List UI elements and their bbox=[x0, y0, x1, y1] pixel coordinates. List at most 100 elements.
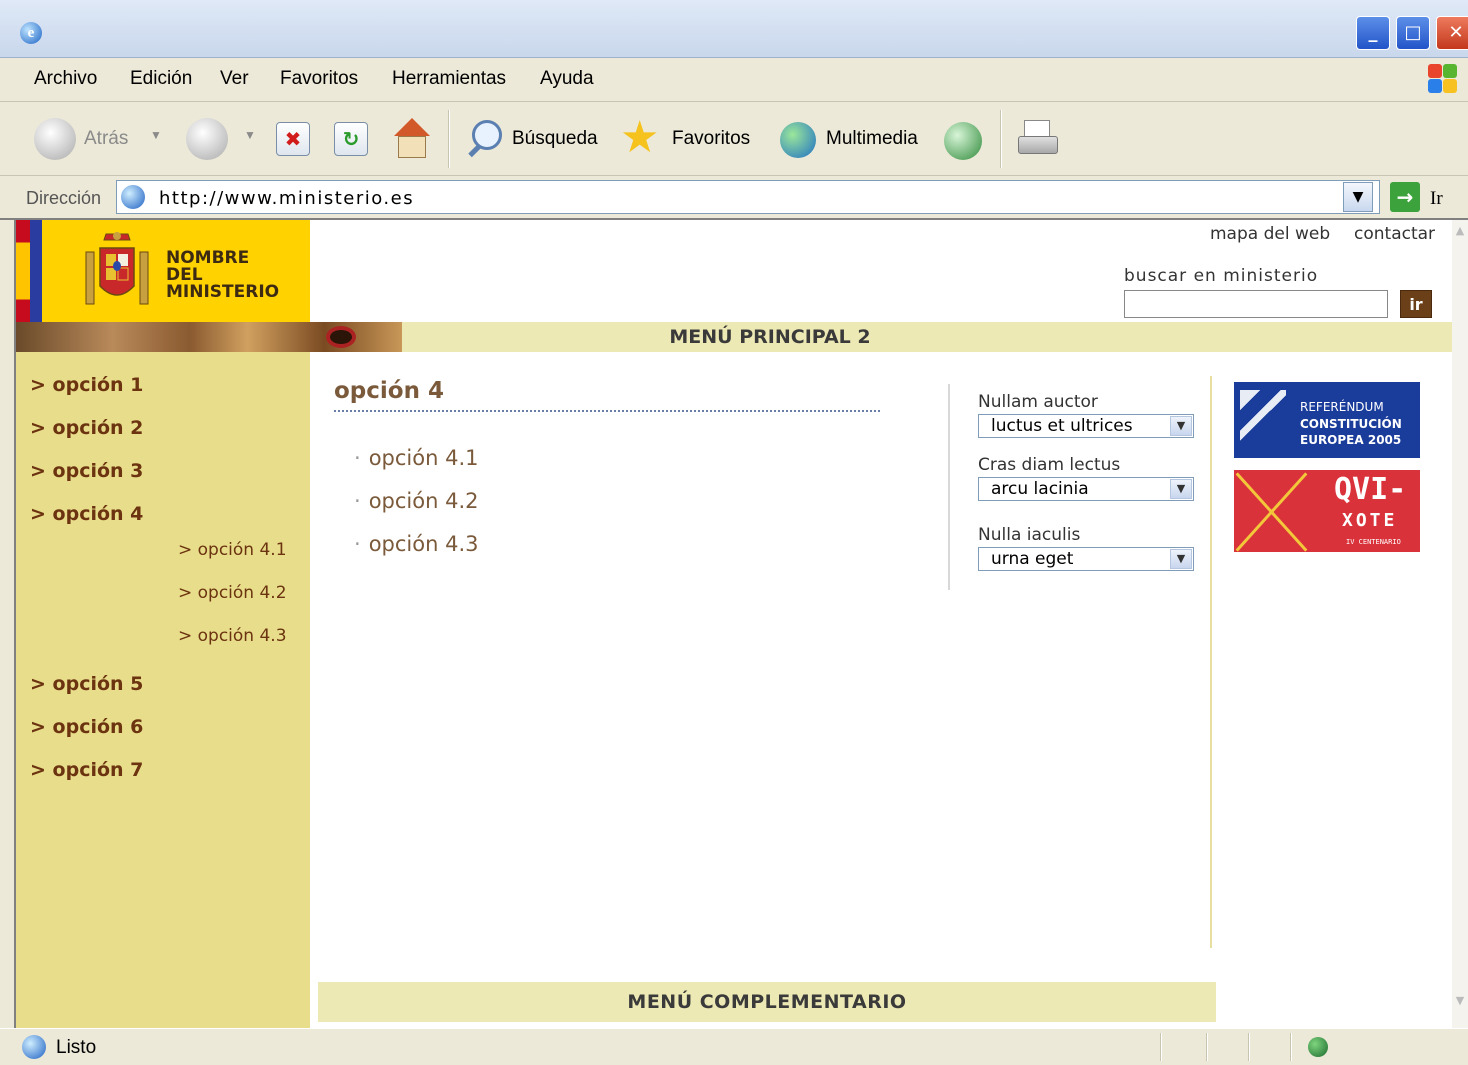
content-link-opcion-4-1[interactable]: · opción 4.1 bbox=[354, 446, 478, 470]
menu-herramientas[interactable]: Herramientas bbox=[392, 68, 506, 90]
main-menu-bar[interactable]: MENÚ PRINCIPAL 2 bbox=[402, 322, 1452, 352]
minimize-button[interactable]: _ bbox=[1356, 16, 1390, 50]
menu-ayuda[interactable]: Ayuda bbox=[540, 68, 594, 90]
bullet-icon: · bbox=[354, 489, 361, 513]
content-link-label[interactable]: opción 4.3 bbox=[369, 532, 479, 556]
nav-subitem-opcion-4-3[interactable]: > opción 4.3 bbox=[178, 626, 287, 646]
status-bar: Listo bbox=[0, 1028, 1468, 1065]
ministry-logo[interactable]: NOMBRE DEL MINISTERIO bbox=[16, 220, 310, 322]
status-pane-divider bbox=[1160, 1033, 1162, 1061]
back-button-label[interactable]: Atrás bbox=[84, 128, 128, 150]
select-label-nullam-auctor: Nullam auctor bbox=[978, 392, 1098, 412]
select-nulla-iaculis[interactable]: urna eget ▼ bbox=[978, 547, 1194, 571]
menu-edicion[interactable]: Edición bbox=[130, 68, 192, 90]
site-map-link[interactable]: mapa del web bbox=[1210, 224, 1330, 244]
vertical-scrollbar[interactable]: ▲ ▼ bbox=[1452, 220, 1468, 1028]
ie-icon: e bbox=[20, 22, 42, 44]
go-button-label[interactable]: Ir bbox=[1430, 188, 1443, 210]
home-icon[interactable] bbox=[390, 118, 434, 162]
page-icon bbox=[121, 185, 145, 209]
content-link-opcion-4-2[interactable]: · opción 4.2 bbox=[354, 489, 478, 513]
banner-text: QVI- bbox=[1334, 472, 1407, 507]
menu-favoritos[interactable]: Favoritos bbox=[280, 68, 358, 90]
status-pane-divider bbox=[1248, 1033, 1250, 1061]
select-value: urna eget bbox=[991, 549, 1074, 569]
select-cras-diam-lectus[interactable]: arcu lacinia ▼ bbox=[978, 477, 1194, 501]
ministry-name: NOMBRE DEL MINISTERIO bbox=[166, 250, 279, 301]
favorites-button-label[interactable]: Favoritos bbox=[672, 128, 750, 150]
toolbar-separator bbox=[1000, 110, 1002, 168]
coat-of-arms-icon bbox=[85, 232, 149, 305]
close-button[interactable]: ✕ bbox=[1436, 16, 1468, 50]
address-input[interactable]: http://www.ministerio.es ▼ bbox=[116, 180, 1380, 214]
favorites-star-icon[interactable]: ★ bbox=[620, 112, 659, 163]
quijote-banner[interactable]: QVI- XOTE IV CENTENARIO bbox=[1234, 470, 1420, 552]
toolbar-separator bbox=[448, 110, 450, 168]
search-button[interactable]: ir bbox=[1400, 290, 1432, 318]
title-divider bbox=[334, 410, 880, 412]
menu-bar: Archivo Edición Ver Favoritos Herramient… bbox=[0, 58, 1468, 102]
status-text: Listo bbox=[56, 1037, 97, 1058]
nav-item-opcion-6[interactable]: > opción 6 bbox=[30, 716, 143, 738]
back-arrow-icon[interactable] bbox=[34, 118, 76, 160]
bullet-icon: · bbox=[354, 446, 361, 470]
print-icon[interactable] bbox=[1016, 120, 1062, 162]
banner-text: EUROPEA 2005 bbox=[1300, 433, 1402, 447]
header-banner-image bbox=[16, 322, 402, 352]
nav-subitem-opcion-4-2[interactable]: > opción 4.2 bbox=[178, 583, 287, 603]
select-value: luctus et ultrices bbox=[991, 416, 1133, 436]
menu-archivo[interactable]: Archivo bbox=[34, 68, 97, 90]
chevron-down-icon[interactable]: ▼ bbox=[1170, 549, 1192, 569]
back-dropdown-icon[interactable]: ▼ bbox=[150, 128, 162, 142]
content-link-opcion-4-3[interactable]: · opción 4.3 bbox=[354, 532, 478, 556]
chevron-down-icon[interactable]: ▼ bbox=[1170, 416, 1192, 436]
media-button-label[interactable]: Multimedia bbox=[826, 128, 918, 150]
complementary-menu-label[interactable]: MENÚ COMPLEMENTARIO bbox=[318, 991, 1216, 1013]
banner-eye-decoration bbox=[326, 326, 356, 348]
search-icon[interactable] bbox=[462, 118, 506, 162]
select-value: arcu lacinia bbox=[991, 479, 1089, 499]
search-button-label[interactable]: Búsqueda bbox=[512, 128, 598, 150]
nav-item-opcion-2[interactable]: > opción 2 bbox=[30, 417, 143, 439]
address-url[interactable]: http://www.ministerio.es bbox=[159, 188, 414, 209]
page-status-icon bbox=[22, 1035, 46, 1059]
media-icon[interactable] bbox=[780, 122, 816, 158]
nav-item-opcion-7[interactable]: > opción 7 bbox=[30, 759, 143, 781]
status-pane-divider bbox=[1290, 1033, 1292, 1061]
nav-subitem-opcion-4-1[interactable]: > opción 4.1 bbox=[178, 540, 287, 560]
contact-link[interactable]: contactar bbox=[1354, 224, 1435, 244]
window-left-border bbox=[0, 220, 16, 1028]
eu-flag-strip bbox=[30, 220, 42, 322]
content-link-label[interactable]: opción 4.1 bbox=[369, 446, 479, 470]
window-titlebar: e _ □ ✕ bbox=[0, 0, 1468, 58]
select-label-cras-diam-lectus: Cras diam lectus bbox=[978, 455, 1121, 475]
address-dropdown-icon[interactable]: ▼ bbox=[1343, 182, 1373, 212]
maximize-button[interactable]: □ bbox=[1396, 16, 1430, 50]
menu-ver[interactable]: Ver bbox=[220, 68, 249, 90]
page-viewport: NOMBRE DEL MINISTERIO mapa del web conta… bbox=[16, 220, 1452, 1028]
go-arrow-icon[interactable]: → bbox=[1390, 182, 1420, 212]
refresh-icon[interactable]: ↻ bbox=[334, 122, 368, 156]
nav-item-opcion-3[interactable]: > opción 3 bbox=[30, 460, 143, 482]
nav-item-opcion-1[interactable]: > opción 1 bbox=[30, 374, 143, 396]
main-menu-label[interactable]: MENÚ PRINCIPAL 2 bbox=[402, 326, 1138, 348]
forward-arrow-icon[interactable] bbox=[186, 118, 228, 160]
content-link-label[interactable]: opción 4.2 bbox=[369, 489, 479, 513]
select-nullam-auctor[interactable]: luctus et ultrices ▼ bbox=[978, 414, 1194, 438]
column-divider bbox=[948, 384, 950, 590]
banner-text: CONSTITUCIÓN bbox=[1300, 417, 1402, 431]
complementary-menu-bar[interactable]: MENÚ COMPLEMENTARIO bbox=[318, 982, 1216, 1022]
select-label-nulla-iaculis: Nulla iaculis bbox=[978, 525, 1081, 545]
forward-dropdown-icon[interactable]: ▼ bbox=[244, 128, 256, 142]
referendum-banner[interactable]: REFERÉNDUM CONSTITUCIÓN EUROPEA 2005 bbox=[1234, 382, 1420, 458]
stop-icon[interactable]: ✖ bbox=[276, 122, 310, 156]
search-input[interactable] bbox=[1124, 290, 1388, 318]
page-title: opción 4 bbox=[334, 378, 444, 404]
history-icon[interactable] bbox=[944, 122, 982, 160]
scroll-up-icon[interactable]: ▲ bbox=[1452, 224, 1468, 244]
chevron-down-icon[interactable]: ▼ bbox=[1170, 479, 1192, 499]
nav-item-opcion-4[interactable]: > opción 4 bbox=[30, 503, 143, 525]
toolbar: Atrás ▼ ▼ ✖ ↻ Búsqueda ★ Favoritos Multi… bbox=[0, 102, 1468, 176]
scroll-down-icon[interactable]: ▼ bbox=[1452, 994, 1468, 1014]
nav-item-opcion-5[interactable]: > opción 5 bbox=[30, 673, 143, 695]
